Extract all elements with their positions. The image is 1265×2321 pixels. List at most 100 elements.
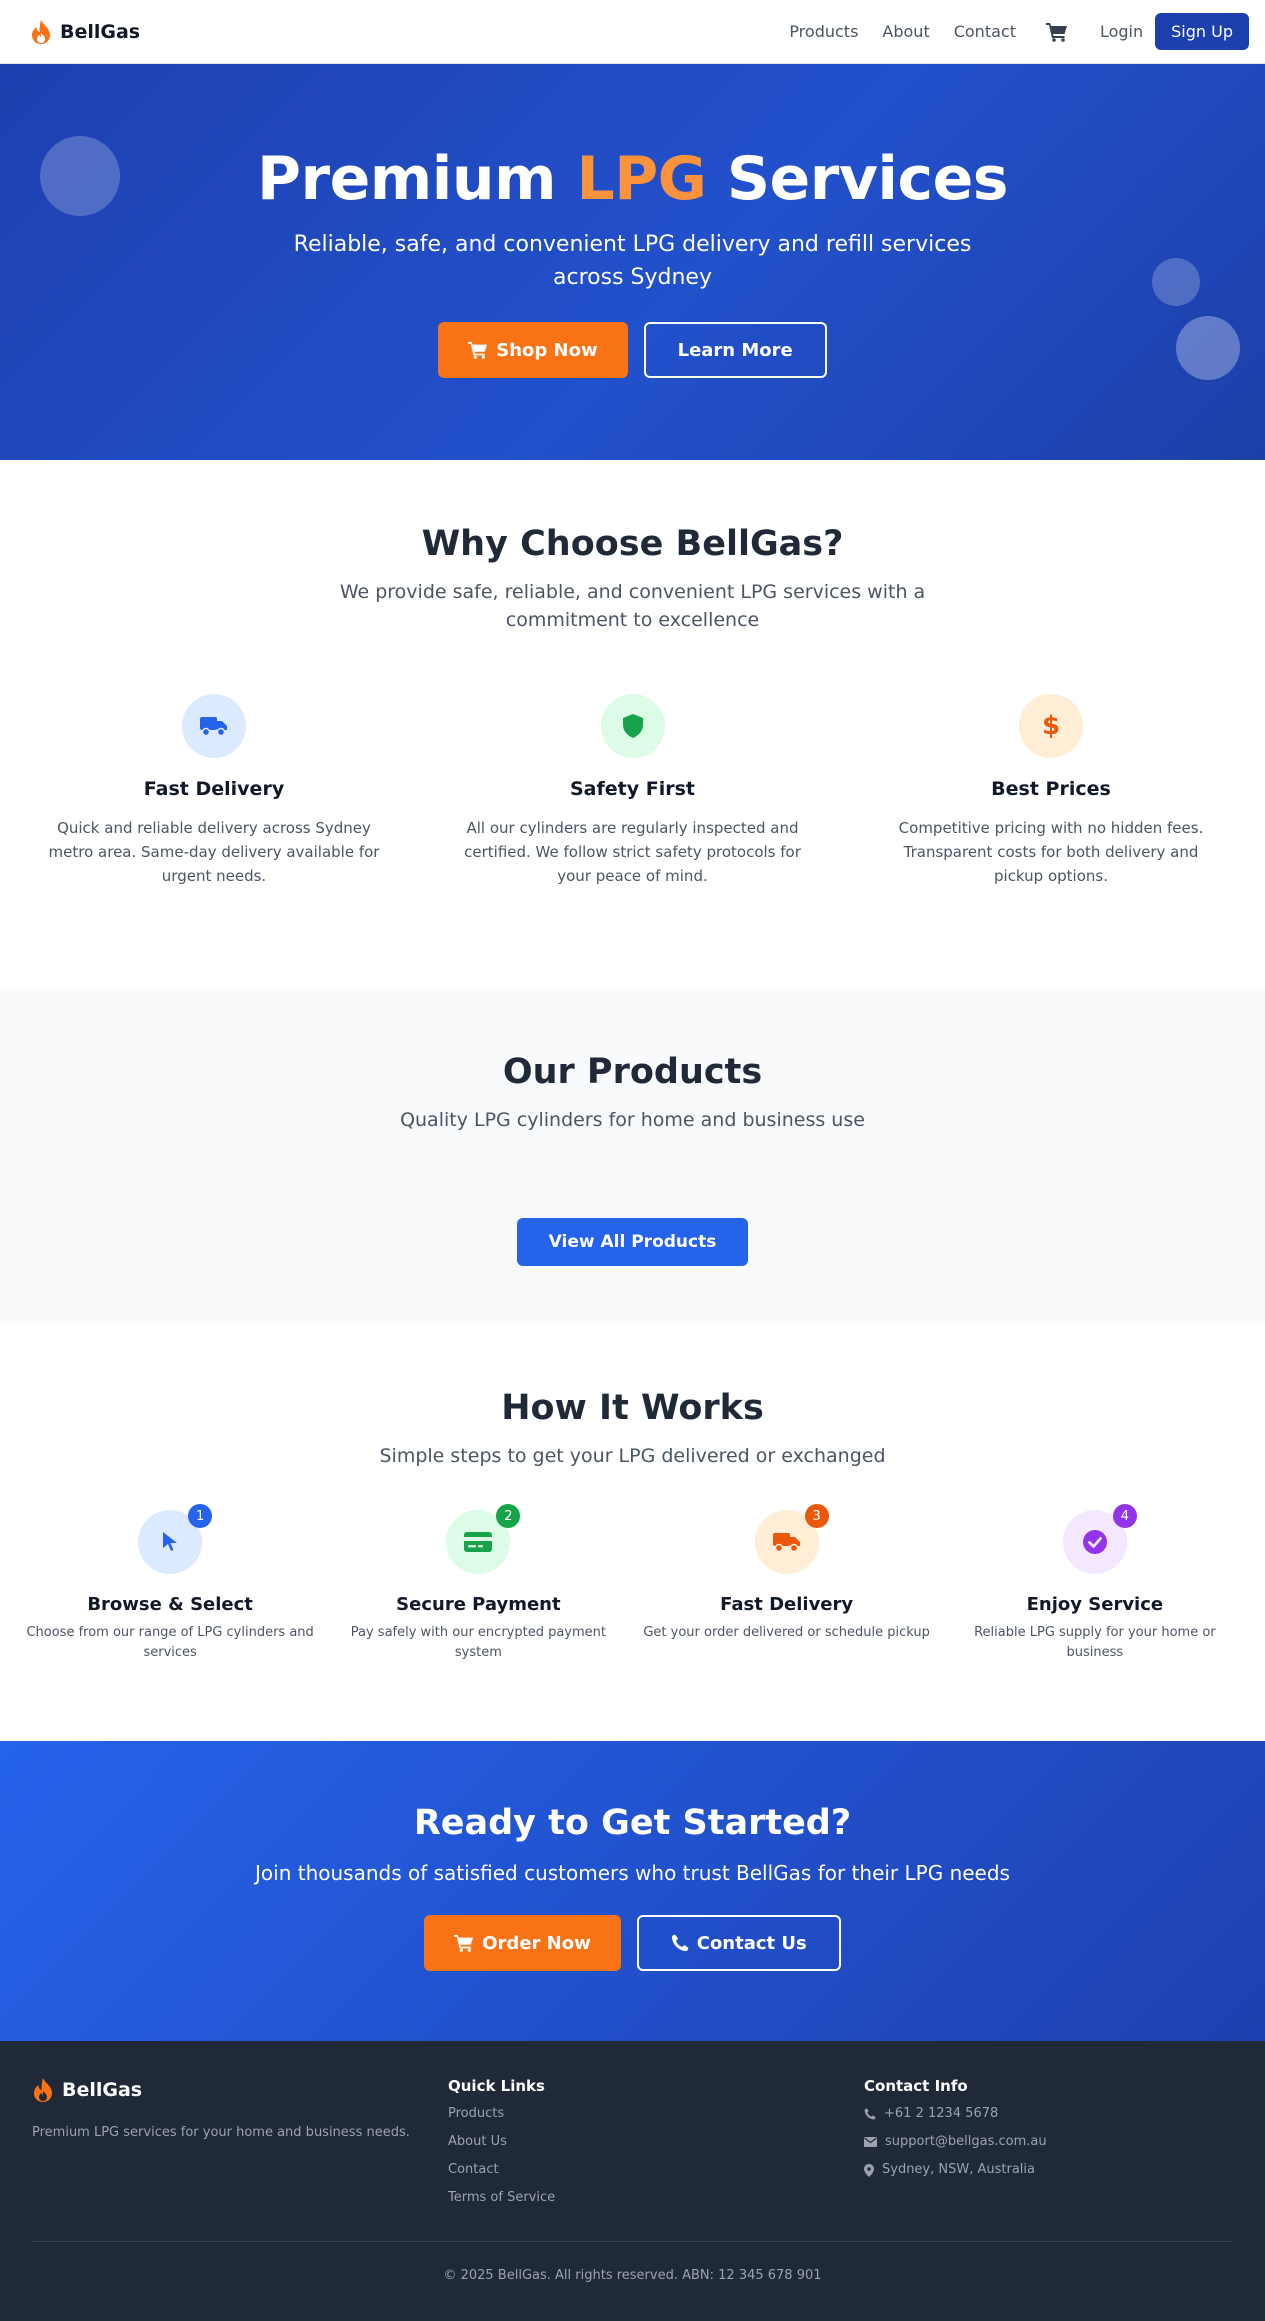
flame-icon	[32, 2077, 54, 2103]
decor-circle	[1176, 316, 1240, 380]
envelope-icon	[864, 2137, 877, 2147]
nav-menu: Products About Contact Login Sign Up	[765, 13, 1249, 50]
products-subtitle: Quality LPG cylinders for home and busin…	[400, 1109, 865, 1131]
order-now-button[interactable]: Order Now	[424, 1915, 621, 1971]
features-grid: Fast Delivery Quick and reliable deliver…	[0, 694, 1265, 888]
flame-icon	[30, 19, 52, 45]
signup-button[interactable]: Sign Up	[1155, 13, 1249, 50]
footer-location: Sydney, NSW, Australia	[864, 2161, 1047, 2179]
site-footer: BellGas Premium LPG services for your ho…	[0, 2041, 1265, 2321]
step-number-badge: 4	[1112, 1504, 1137, 1528]
shop-now-button[interactable]: Shop Now	[438, 322, 628, 378]
why-choose-section: Why Choose BellGas? We provide safe, rel…	[0, 460, 1265, 988]
learn-more-button[interactable]: Learn More	[643, 322, 827, 378]
location-text: Sydney, NSW, Australia	[882, 2162, 1035, 2177]
shop-now-label: Shop Now	[496, 339, 598, 361]
how-title: How It Works	[501, 1388, 764, 1428]
footer-quick-links: Quick Links Products About Us Contact Te…	[448, 2077, 864, 2217]
footer-contact-info: Contact Info +61 2 1234 5678 support@bel…	[864, 2077, 1047, 2217]
credit-card-icon: 2	[446, 1504, 521, 1574]
order-now-label: Order Now	[482, 1932, 591, 1954]
feature-text: Quick and reliable delivery across Sydne…	[48, 819, 380, 885]
how-it-works-section: How It Works Simple steps to get your LP…	[0, 1324, 1265, 1741]
footer-brand-name: BellGas	[62, 2079, 143, 2101]
step-number-badge: 1	[188, 1504, 213, 1528]
step-card: 3 Fast Delivery Get your order delivered…	[633, 1504, 941, 1663]
footer-brand[interactable]: BellGas	[32, 2077, 448, 2103]
decor-circle	[40, 136, 120, 216]
footer-brand-column: BellGas Premium LPG services for your ho…	[32, 2077, 448, 2217]
step-card: 1 Browse & Select Choose from our range …	[16, 1504, 324, 1663]
step-title: Fast Delivery	[720, 1594, 854, 1615]
step-title: Browse & Select	[87, 1594, 253, 1615]
feature-text: Competitive pricing with no hidden fees.…	[898, 819, 1204, 885]
hero-title-post: Services	[706, 144, 1009, 214]
copyright-text: © 2025 BellGas. All rights reserved. ABN…	[443, 2268, 822, 2283]
feature-text: All our cylinders are regularly inspecte…	[464, 819, 801, 885]
hero-subtitle: Reliable, safe, and convenient LPG deliv…	[293, 232, 972, 290]
hero-section: Premium LPG Services Reliable, safe, and…	[0, 64, 1265, 460]
feature-card: Safety First All our cylinders are regul…	[443, 694, 823, 888]
cta-section: Ready to Get Started? Join thousands of …	[0, 1741, 1265, 2041]
contact-us-button[interactable]: Contact Us	[636, 1915, 841, 1971]
hero-buttons: Shop Now Learn More	[0, 322, 1265, 378]
why-title: Why Choose BellGas?	[421, 524, 844, 564]
brand-name: BellGas	[60, 20, 141, 43]
shield-icon	[600, 694, 665, 758]
step-text: Choose from our range of LPG cylinders a…	[26, 1625, 314, 1660]
quick-links-title: Quick Links	[448, 2077, 545, 2095]
feature-card: $ Best Prices Competitive pricing with n…	[861, 694, 1241, 888]
footer-link-products[interactable]: Products	[448, 2105, 864, 2123]
nav-link-about[interactable]: About	[882, 22, 929, 41]
step-text: Reliable LPG supply for your home or bus…	[974, 1625, 1216, 1660]
step-card: 2 Secure Payment Pay safely with our enc…	[324, 1504, 632, 1663]
step-title: Enjoy Service	[1026, 1594, 1164, 1615]
footer-email: support@bellgas.com.au	[864, 2133, 1047, 2151]
phone-icon	[671, 1934, 689, 1952]
step-card: 4 Enjoy Service Reliable LPG supply for …	[941, 1504, 1249, 1663]
truck-icon	[182, 694, 246, 758]
top-navbar: BellGas Products About Contact Login Sig…	[0, 0, 1265, 64]
hero-title: Premium LPG Services	[0, 64, 1265, 214]
hero-title-pre: Premium	[257, 144, 577, 214]
step-number-badge: 3	[804, 1504, 829, 1528]
step-title: Secure Payment	[396, 1594, 561, 1615]
email-text: support@bellgas.com.au	[885, 2134, 1047, 2149]
footer-phone: +61 2 1234 5678	[864, 2105, 1047, 2123]
hero-title-accent: LPG	[576, 144, 707, 214]
decor-circle	[1152, 258, 1200, 306]
why-subtitle: We provide safe, reliable, and convenien…	[339, 581, 926, 631]
footer-divider	[32, 2241, 1233, 2242]
how-subtitle: Simple steps to get your LPG delivered o…	[379, 1445, 886, 1467]
view-all-products-button[interactable]: View All Products	[516, 1218, 749, 1266]
nav-link-contact[interactable]: Contact	[954, 22, 1016, 41]
cart-icon	[468, 341, 488, 359]
check-circle-icon: 4	[1062, 1504, 1137, 1574]
phone-icon	[864, 2108, 876, 2120]
feature-title: Safety First	[570, 778, 695, 800]
login-link[interactable]: Login	[1100, 22, 1143, 41]
footer-link-contact[interactable]: Contact	[448, 2161, 864, 2179]
feature-title: Best Prices	[991, 778, 1111, 800]
footer-description: Premium LPG services for your home and b…	[32, 2125, 410, 2140]
truck-icon: 3	[754, 1504, 829, 1574]
cart-icon	[454, 1934, 474, 1952]
cta-buttons: Order Now Contact Us	[0, 1915, 1265, 1971]
steps-grid: 1 Browse & Select Choose from our range …	[0, 1504, 1265, 1663]
feature-card: Fast Delivery Quick and reliable deliver…	[24, 694, 404, 888]
footer-link-about[interactable]: About Us	[448, 2133, 864, 2151]
step-number-badge: 2	[496, 1504, 521, 1528]
nav-link-products[interactable]: Products	[789, 22, 858, 41]
contact-us-label: Contact Us	[696, 1932, 807, 1954]
feature-title: Fast Delivery	[143, 778, 285, 800]
phone-text: +61 2 1234 5678	[884, 2106, 999, 2121]
cursor-icon: 1	[138, 1504, 213, 1574]
step-text: Pay safely with our encrypted payment sy…	[350, 1625, 606, 1660]
dollar-icon: $	[1019, 694, 1083, 758]
footer-link-terms[interactable]: Terms of Service	[448, 2189, 864, 2207]
cart-icon[interactable]	[1045, 22, 1068, 42]
cta-subtitle: Join thousands of satisfied customers wh…	[255, 1861, 1010, 1885]
products-section: Our Products Quality LPG cylinders for h…	[0, 988, 1265, 1324]
cta-title: Ready to Get Started?	[413, 1803, 852, 1843]
brand-logo[interactable]: BellGas	[30, 19, 140, 45]
